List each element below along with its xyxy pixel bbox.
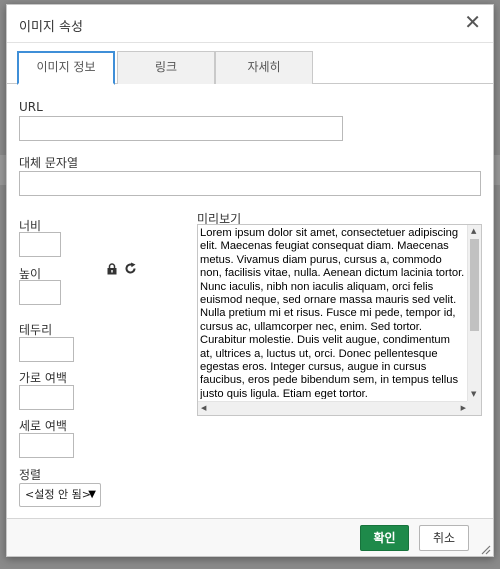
lock-icon[interactable]	[106, 263, 118, 278]
preview-text: Lorem ipsum dolor sit amet, consectetuer…	[200, 227, 465, 399]
scroll-up-icon[interactable]: ▲	[471, 228, 476, 235]
url-input[interactable]	[19, 116, 343, 141]
width-input[interactable]	[19, 232, 61, 257]
alt-text-label: 대체 문자열	[19, 156, 79, 170]
dialog-title-bar[interactable]: 이미지 속성 ✕	[7, 5, 493, 43]
border-input[interactable]	[19, 337, 74, 362]
chevron-down-icon: ▼	[88, 489, 96, 500]
preview-horizontal-scrollbar[interactable]: ◀ ▶	[198, 401, 469, 415]
ok-button[interactable]: 확인	[360, 525, 409, 551]
image-properties-dialog: 이미지 속성 ✕ 이미지 정보 링크 자세히 URL 대체 문자열 너비 높이 …	[6, 4, 494, 557]
tab-link[interactable]: 링크	[117, 51, 215, 84]
align-select[interactable]: <설정 안 됨> ▼	[19, 483, 101, 507]
alt-text-input[interactable]	[19, 171, 481, 196]
cancel-button[interactable]: 취소	[419, 525, 469, 551]
preview-vertical-scrollbar[interactable]: ▲ ▼	[467, 225, 481, 401]
reset-icon[interactable]	[124, 262, 137, 278]
scrollbar-corner	[467, 401, 481, 415]
align-label: 정렬	[19, 468, 42, 482]
dialog-title: 이미지 속성	[19, 20, 83, 35]
height-input[interactable]	[19, 280, 61, 305]
border-label: 테두리	[19, 323, 53, 337]
tab-advanced[interactable]: 자세히	[215, 51, 313, 84]
hspace-input[interactable]	[19, 385, 74, 410]
url-label: URL	[19, 100, 43, 114]
hspace-label: 가로 여백	[19, 371, 67, 385]
resize-grip-icon[interactable]	[481, 544, 491, 555]
vspace-label: 세로 여백	[19, 419, 67, 433]
tab-image-info[interactable]: 이미지 정보	[17, 51, 115, 85]
vspace-input[interactable]	[19, 433, 74, 458]
scroll-right-icon[interactable]: ▶	[461, 405, 466, 412]
close-icon[interactable]: ✕	[464, 12, 481, 32]
dialog-footer: 확인 취소	[7, 518, 493, 556]
tab-bar: 이미지 정보 링크 자세히	[7, 43, 493, 85]
preview-box[interactable]: Lorem ipsum dolor sit amet, consectetuer…	[197, 224, 482, 416]
scroll-left-icon[interactable]: ◀	[201, 405, 206, 412]
align-select-value: <설정 안 됨>	[25, 488, 91, 501]
scroll-down-icon[interactable]: ▼	[471, 391, 476, 398]
scrollbar-thumb[interactable]	[470, 239, 479, 331]
